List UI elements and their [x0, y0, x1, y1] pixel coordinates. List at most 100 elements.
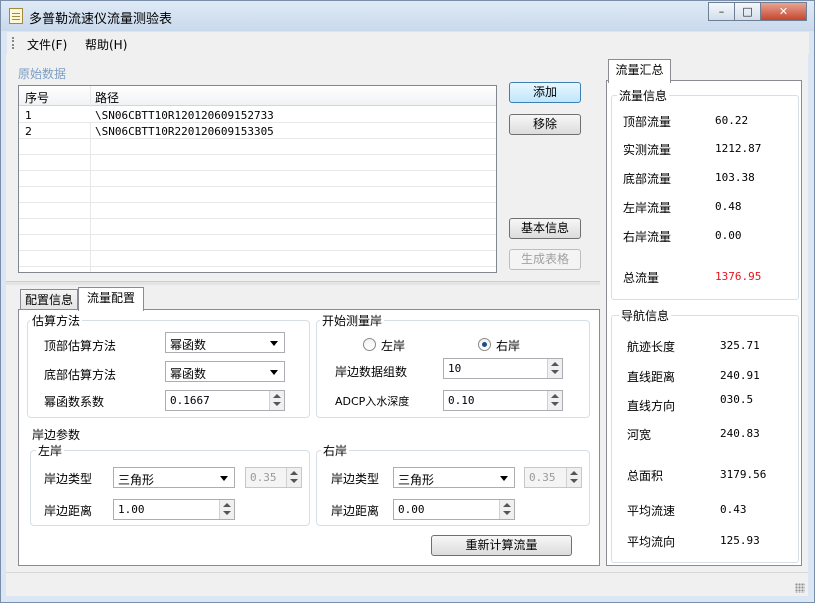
tab-flow-config[interactable]: 流量配置: [78, 287, 144, 311]
coef-label: 幂函数系数: [44, 395, 105, 409]
adcp-depth-value: 0.10: [448, 394, 475, 407]
row-path: \SN06CBTT10R220120609153305: [95, 125, 274, 138]
spin-buttons[interactable]: [269, 391, 284, 410]
spin-up-icon[interactable]: [290, 471, 298, 475]
close-button[interactable]: ✕: [760, 2, 807, 21]
menu-help[interactable]: 帮助(H): [85, 36, 127, 53]
title-bar[interactable]: 多普勒流速仪流量测验表 – □ ✕: [1, 1, 814, 31]
left-bank-label[interactable]: 左岸: [381, 337, 405, 354]
straight-distance-value: 240.91: [720, 369, 760, 382]
left-distance-value: 1.00: [118, 503, 145, 516]
bottom-method-select[interactable]: 幂函数: [165, 361, 285, 382]
raw-data-caption: 原始数据: [16, 65, 69, 82]
menu-grip-icon: [12, 37, 14, 49]
spin-down-icon[interactable]: [223, 511, 231, 515]
right-coef-stepper[interactable]: 0.35: [524, 467, 582, 488]
status-bar: [6, 572, 808, 596]
total-area-label: 总面积: [627, 469, 664, 483]
left-type-label: 岸边类型: [44, 472, 93, 486]
right-distance-stepper[interactable]: 0.00: [393, 499, 515, 520]
straight-direction-value: 030.5: [720, 393, 754, 406]
left-bank-flow-label: 左岸流量: [623, 201, 672, 215]
chevron-down-icon: [270, 341, 278, 346]
left-coef-stepper[interactable]: 0.35: [245, 467, 302, 488]
bank-groups-stepper[interactable]: 10: [443, 358, 563, 379]
spin-buttons[interactable]: [499, 500, 514, 519]
spin-up-icon[interactable]: [551, 362, 559, 366]
spin-up-icon[interactable]: [273, 394, 281, 398]
generate-table-button[interactable]: 生成表格: [509, 249, 581, 270]
right-bank-flow-value: 0.00: [715, 229, 742, 242]
left-type-value: 三角形: [118, 473, 155, 487]
menu-bar: 文件(F) 帮助(H): [7, 32, 809, 54]
spin-buttons[interactable]: [547, 359, 562, 378]
basic-info-button[interactable]: 基本信息: [509, 218, 581, 239]
total-flow-label: 总流量: [623, 271, 660, 285]
spin-buttons[interactable]: [286, 468, 301, 487]
bottom-flow-value: 103.38: [715, 171, 755, 184]
bank-groups-label: 岸边数据组数: [335, 365, 408, 379]
resize-grip-icon[interactable]: [795, 583, 805, 593]
remove-button[interactable]: 移除: [509, 114, 581, 135]
bank-params-caption: 岸边参数: [30, 426, 83, 443]
start-bank-caption: 开始测量岸: [320, 312, 385, 329]
river-width-label: 河宽: [627, 428, 652, 442]
avg-velocity-value: 0.43: [720, 503, 747, 516]
row-index: 1: [25, 109, 32, 122]
spin-up-icon[interactable]: [223, 503, 231, 507]
maximize-button[interactable]: □: [734, 2, 761, 21]
tab-config-info[interactable]: 配置信息: [20, 289, 78, 311]
right-type-select[interactable]: 三角形: [393, 467, 515, 488]
spin-down-icon[interactable]: [273, 402, 281, 406]
right-bank-flow-label: 右岸流量: [623, 230, 672, 244]
spin-buttons[interactable]: [219, 500, 234, 519]
coef-stepper[interactable]: 0.1667: [165, 390, 285, 411]
spin-down-icon[interactable]: [551, 402, 559, 406]
left-distance-stepper[interactable]: 1.00: [113, 499, 235, 520]
top-method-label: 顶部估算方法: [44, 339, 117, 353]
recalculate-button[interactable]: 重新计算流量: [431, 535, 572, 556]
row-index: 2: [25, 125, 32, 138]
measured-flow-label: 实测流量: [623, 143, 672, 157]
spin-down-icon[interactable]: [570, 479, 578, 483]
table-row[interactable]: 2 \SN06CBTT10R220120609153305: [19, 123, 496, 139]
track-length-value: 325.71: [720, 339, 760, 352]
spin-down-icon[interactable]: [551, 370, 559, 374]
bottom-method-value: 幂函数: [170, 367, 207, 381]
chevron-down-icon: [500, 476, 508, 481]
left-type-select[interactable]: 三角形: [113, 467, 235, 488]
empty-row: [19, 155, 496, 171]
spin-buttons[interactable]: [547, 391, 562, 410]
bank-groups-value: 10: [448, 362, 462, 375]
table-row[interactable]: 1 \SN06CBTT10R120120609152733: [19, 107, 496, 123]
river-width-value: 240.83: [720, 427, 760, 440]
add-button[interactable]: 添加: [509, 82, 581, 103]
right-distance-value: 0.00: [398, 503, 425, 516]
minimize-button[interactable]: –: [708, 2, 735, 21]
left-coef-value: 0.35: [250, 471, 277, 484]
spin-down-icon[interactable]: [290, 479, 298, 483]
raw-data-grid[interactable]: 序号 路径 1 \SN06CBTT10R120120609152733 2 \S…: [18, 85, 497, 273]
spin-up-icon[interactable]: [570, 471, 578, 475]
menu-file[interactable]: 文件(F): [27, 36, 67, 53]
spin-buttons[interactable]: [566, 468, 581, 487]
right-bank-radio[interactable]: [478, 338, 491, 351]
left-bank-radio[interactable]: [363, 338, 376, 351]
spin-up-icon[interactable]: [551, 394, 559, 398]
left-bank-flow-value: 0.48: [715, 200, 742, 213]
adcp-depth-stepper[interactable]: 0.10: [443, 390, 563, 411]
column-header-path[interactable]: 路径: [95, 89, 119, 106]
column-header-index[interactable]: 序号: [25, 89, 49, 106]
adcp-depth-label: ADCP入水深度: [335, 395, 410, 408]
top-method-select[interactable]: 幂函数: [165, 332, 285, 353]
spin-up-icon[interactable]: [503, 503, 511, 507]
tab-flow-summary[interactable]: 流量汇总: [608, 59, 671, 83]
measured-flow-value: 1212.87: [715, 142, 762, 155]
row-path: \SN06CBTT10R120120609152733: [95, 109, 274, 122]
chevron-down-icon: [270, 370, 278, 375]
right-bank-label[interactable]: 右岸: [496, 337, 520, 354]
coef-value: 0.1667: [170, 394, 210, 407]
total-area-value: 3179.56: [720, 468, 767, 481]
spin-down-icon[interactable]: [503, 511, 511, 515]
horizontal-splitter[interactable]: [6, 281, 600, 285]
